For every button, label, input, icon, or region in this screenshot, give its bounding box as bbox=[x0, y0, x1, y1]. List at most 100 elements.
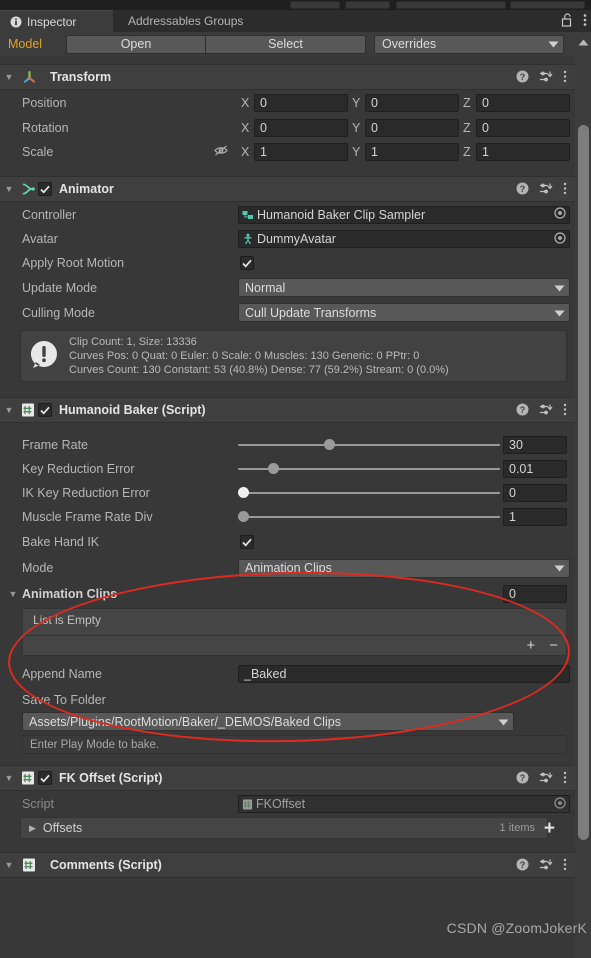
culling-mode-value: Cull Update Transforms bbox=[245, 305, 377, 320]
partial-toolbar-strip bbox=[0, 0, 591, 10]
foldout-arrow-comments[interactable]: ▼ bbox=[0, 860, 18, 870]
key-reduction-error-value[interactable]: 0.01 bbox=[503, 460, 567, 478]
help-icon[interactable]: ? bbox=[516, 182, 529, 198]
preset-icon[interactable] bbox=[539, 70, 553, 86]
humanoid-baker-enabled-checkbox[interactable] bbox=[38, 403, 52, 417]
update-mode-dropdown[interactable]: Normal bbox=[238, 278, 570, 297]
apply-root-motion-checkbox[interactable] bbox=[240, 256, 254, 270]
preset-icon[interactable] bbox=[539, 182, 553, 198]
bake-hand-ik-checkbox[interactable] bbox=[240, 535, 254, 549]
kebab-menu-icon[interactable] bbox=[563, 771, 567, 787]
toolbar-button-partial-2[interactable] bbox=[345, 1, 390, 9]
position-x-field[interactable]: 0 bbox=[254, 94, 348, 112]
foldout-arrow-animation-clips[interactable]: ▼ bbox=[4, 589, 22, 599]
tab-addressables-groups[interactable]: Addressables Groups bbox=[118, 10, 253, 32]
rotation-y-field[interactable]: 0 bbox=[365, 119, 459, 137]
frame-rate-value[interactable]: 30 bbox=[503, 436, 567, 454]
component-header-fk-offset[interactable]: ▼ FK Offset (Script) ? bbox=[0, 765, 575, 791]
position-z-field[interactable]: 0 bbox=[476, 94, 570, 112]
constrain-off-icon[interactable] bbox=[213, 144, 229, 160]
animator-row-controller: Controller Humanoid Baker Clip Sampler bbox=[0, 202, 575, 227]
fk-offset-enabled-checkbox[interactable] bbox=[38, 771, 52, 785]
svg-text:?: ? bbox=[520, 72, 526, 82]
script-object-field[interactable]: FKOffset bbox=[238, 795, 570, 813]
scale-y-field[interactable]: 1 bbox=[365, 143, 459, 161]
culling-mode-dropdown[interactable]: Cull Update Transforms bbox=[238, 303, 570, 322]
kebab-menu-icon[interactable] bbox=[563, 182, 567, 198]
tab-inspector[interactable]: Inspector bbox=[0, 10, 113, 32]
append-name-input[interactable]: _Baked bbox=[238, 665, 570, 683]
toolbar-button-partial-1[interactable] bbox=[290, 1, 340, 9]
component-header-humanoid-baker[interactable]: ▼ Humanoid Baker (Script) ? bbox=[0, 397, 575, 423]
add-offset-button[interactable]: + bbox=[544, 819, 555, 838]
position-y-field[interactable]: 0 bbox=[365, 94, 459, 112]
foldout-arrow-animator[interactable]: ▼ bbox=[0, 184, 18, 194]
toolbar-button-partial-4[interactable] bbox=[510, 1, 585, 9]
axis-z-label: Z bbox=[463, 96, 471, 110]
foldout-arrow-offsets[interactable]: ▶ bbox=[29, 823, 36, 834]
help-icon[interactable]: ? bbox=[516, 858, 529, 874]
animation-clips-count-field[interactable]: 0 bbox=[503, 584, 567, 603]
frame-rate-slider[interactable] bbox=[238, 433, 500, 457]
foldout-arrow-transform[interactable]: ▼ bbox=[0, 72, 18, 82]
ik-key-reduction-error-value[interactable]: 0 bbox=[503, 484, 567, 502]
chevron-down-icon bbox=[548, 37, 559, 51]
foldout-arrow-humanoid-baker[interactable]: ▼ bbox=[0, 405, 18, 415]
preset-icon[interactable] bbox=[539, 771, 553, 787]
rotation-x-field[interactable]: 0 bbox=[254, 119, 348, 137]
kebab-menu-icon[interactable] bbox=[563, 858, 567, 874]
kebab-menu-icon[interactable] bbox=[563, 70, 567, 86]
lock-open-icon[interactable] bbox=[561, 12, 574, 30]
controller-object-field[interactable]: Humanoid Baker Clip Sampler bbox=[238, 205, 570, 224]
culling-mode-label: Culling Mode bbox=[22, 305, 95, 320]
kebab-menu-icon[interactable] bbox=[563, 403, 567, 419]
preset-icon[interactable] bbox=[539, 858, 553, 874]
select-button[interactable]: Select bbox=[206, 34, 366, 54]
rotation-z-field[interactable]: 0 bbox=[476, 119, 570, 137]
open-button[interactable]: Open bbox=[66, 34, 206, 54]
add-clip-button[interactable]: + bbox=[526, 637, 535, 654]
mode-dropdown[interactable]: Animation Clips bbox=[238, 558, 570, 578]
chevron-down-icon bbox=[498, 715, 509, 729]
slider-row-muscle-frame-rate-div: Muscle Frame Rate Div 1 bbox=[0, 505, 575, 529]
script-icon bbox=[18, 403, 38, 417]
object-picker-icon[interactable] bbox=[554, 231, 566, 247]
muscle-frame-rate-div-slider[interactable] bbox=[238, 505, 500, 529]
avatar-value: DummyAvatar bbox=[257, 232, 336, 246]
avatar-object-field[interactable]: DummyAvatar bbox=[238, 230, 570, 248]
save-to-folder-dropdown[interactable]: Assets/Plugins/RootMotion/Baker/_DEMOS/B… bbox=[22, 712, 514, 731]
animator-row-avatar: Avatar DummyAvatar bbox=[0, 227, 575, 251]
kebab-menu-icon[interactable] bbox=[583, 13, 587, 30]
component-title-transform: Transform bbox=[50, 70, 112, 84]
ik-key-reduction-error-slider[interactable] bbox=[238, 481, 500, 505]
offsets-array-row[interactable]: ▶ Offsets 1 items bbox=[20, 817, 548, 839]
row-bake-hand-ik: Bake Hand IK bbox=[0, 529, 575, 555]
clip-info-line-2: Curves Pos: 0 Quat: 0 Euler: 0 Scale: 0 … bbox=[69, 350, 420, 362]
row-animation-clips-foldout: ▼ Animation Clips 0 bbox=[0, 581, 575, 606]
key-reduction-error-slider[interactable] bbox=[238, 457, 500, 481]
remove-clip-button[interactable]: − bbox=[549, 637, 558, 654]
scale-z-field[interactable]: 1 bbox=[476, 143, 570, 161]
overrides-dropdown[interactable]: Overrides bbox=[374, 34, 564, 54]
component-header-transform[interactable]: ▼ Transform ? bbox=[0, 64, 575, 90]
toolbar-button-partial-3[interactable] bbox=[396, 1, 506, 9]
foldout-arrow-fk-offset[interactable]: ▼ bbox=[0, 773, 18, 783]
update-mode-value: Normal bbox=[245, 280, 286, 295]
save-to-folder-value: Assets/Plugins/RootMotion/Baker/_DEMOS/B… bbox=[29, 714, 341, 729]
object-picker-icon[interactable] bbox=[554, 796, 566, 812]
component-header-comments[interactable]: ▼ Comments (Script) ? bbox=[0, 852, 575, 878]
muscle-frame-rate-div-value[interactable]: 1 bbox=[503, 508, 567, 526]
help-icon[interactable]: ? bbox=[516, 403, 529, 419]
watermark: CSDN @ZoomJokerK bbox=[446, 920, 587, 936]
preset-icon[interactable] bbox=[539, 403, 553, 419]
tab-inspector-label: Inspector bbox=[27, 14, 77, 29]
help-icon[interactable]: ? bbox=[516, 70, 529, 86]
scale-x-field[interactable]: 1 bbox=[254, 143, 348, 161]
scrollbar-up-arrow[interactable] bbox=[575, 34, 591, 50]
help-icon[interactable]: ? bbox=[516, 771, 529, 787]
component-header-animator[interactable]: ▼ Animator ? bbox=[0, 176, 575, 202]
slider-row-key-reduction-error: Key Reduction Error 0.01 bbox=[0, 457, 575, 481]
scrollbar-thumb[interactable] bbox=[578, 125, 589, 840]
animator-enabled-checkbox[interactable] bbox=[38, 182, 52, 196]
object-picker-icon[interactable] bbox=[554, 207, 566, 222]
